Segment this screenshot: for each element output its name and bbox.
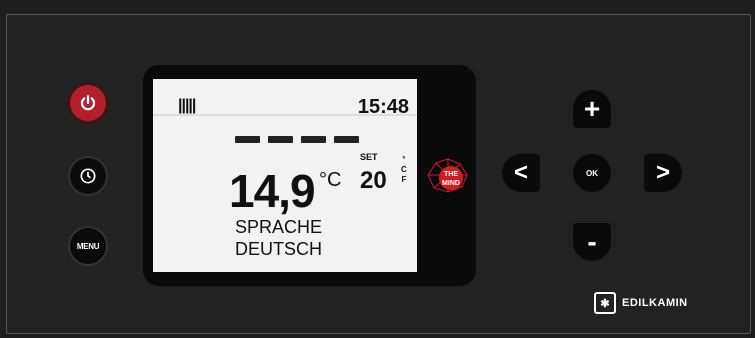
chevron-left-icon: < bbox=[513, 159, 528, 186]
minus-icon: - bbox=[587, 226, 597, 257]
lcd-display: ||||| 15:48 14,9 °C SET 20 ° C F SPRACHE… bbox=[153, 79, 417, 272]
clock-button[interactable] bbox=[70, 158, 106, 194]
right-arrow-button[interactable]: > bbox=[644, 154, 682, 192]
room-temperature: 14,9 bbox=[229, 165, 316, 217]
power-button[interactable] bbox=[70, 85, 106, 121]
edilkamin-mark-icon: ✱ bbox=[594, 292, 616, 314]
edilkamin-logo: ✱ EDILKAMIN bbox=[594, 292, 688, 314]
menu-button[interactable]: MENU bbox=[70, 228, 106, 264]
message-line-1: SPRACHE bbox=[235, 217, 323, 237]
power-icon bbox=[80, 95, 96, 111]
ok-button[interactable]: OK bbox=[573, 154, 611, 192]
set-label: SET bbox=[360, 152, 378, 162]
unit-selector: ° C F bbox=[401, 155, 407, 184]
chevron-right-icon: > bbox=[655, 159, 670, 186]
temperature-unit: °C bbox=[319, 169, 342, 191]
the-mind-line1: THE bbox=[444, 171, 458, 178]
increase-button[interactable]: + bbox=[573, 90, 611, 128]
the-mind-logo: THE MIND bbox=[427, 158, 468, 193]
brand-name: EDILKAMIN bbox=[622, 297, 688, 309]
segment-dashes bbox=[235, 136, 359, 144]
message-line-2: DEUTSCH bbox=[235, 239, 323, 259]
decrease-button[interactable]: - bbox=[573, 223, 611, 261]
setpoint-value: 20 bbox=[360, 167, 387, 194]
plus-icon: + bbox=[583, 93, 601, 124]
ok-label: OK bbox=[586, 168, 598, 178]
menu-label: MENU bbox=[76, 241, 100, 251]
clock-icon bbox=[80, 168, 96, 184]
left-arrow-button[interactable]: < bbox=[502, 154, 540, 192]
battery-indicator: ||||| bbox=[178, 97, 196, 114]
the-mind-line2: MIND bbox=[442, 180, 460, 187]
clock-time: 15:48 bbox=[357, 96, 409, 118]
